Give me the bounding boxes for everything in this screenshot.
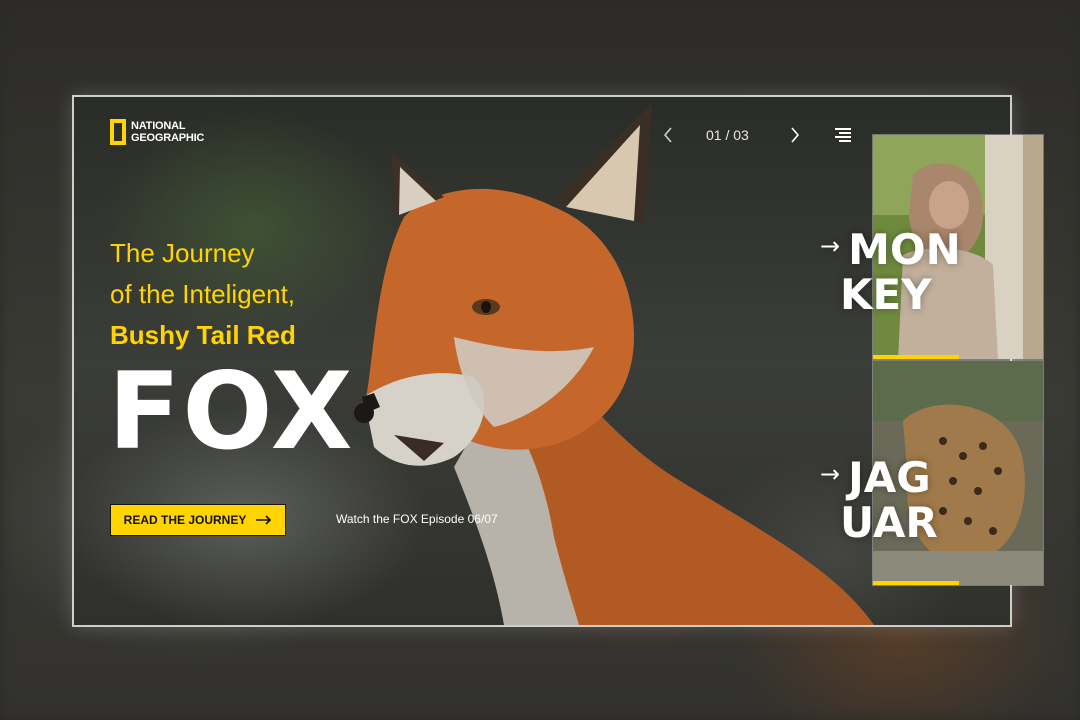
brand-logo[interactable]: NATIONAL GEOGRAPHIC [110,119,204,145]
hero-subtitle: The Journey of the Inteligent, Bushy Tai… [110,233,296,356]
cta-label: READ THE JOURNEY [123,513,247,527]
jaguar-underline [873,581,959,585]
read-journey-button[interactable]: READ THE JOURNEY [110,504,286,536]
jaguar-link[interactable]: → JAG UAR [820,452,938,545]
episode-link[interactable]: Watch the FOX Episode 06/07 [336,512,498,526]
arrow-right-icon: → [820,460,841,488]
subtitle-line1: The Journey [110,238,255,268]
monkey-underline [873,355,959,359]
slide-pager: 01 / 03 [658,125,851,145]
monkey-label-line1: MON [848,225,961,274]
chevron-left-icon[interactable] [658,125,678,145]
brand-line2: GEOGRAPHIC [131,132,205,144]
monkey-label-line2: KEY [840,270,932,319]
arrow-right-icon: → [820,232,841,260]
slide-counter: 01 / 03 [706,127,749,143]
brand-line1: NATIONAL [131,120,186,132]
yellow-frame-icon [110,119,126,145]
jaguar-label-line2: UAR [840,498,938,547]
hero-card: NATIONAL GEOGRAPHIC 01 / 03 The Journey … [72,95,1012,627]
subtitle-line2: of the Inteligent, [110,279,296,309]
monkey-link[interactable]: → MON KEY [820,224,961,317]
arrow-right-icon [256,515,272,525]
jaguar-label-line1: JAG [848,453,931,502]
hero-title: FOX [108,350,355,473]
menu-icon[interactable] [834,127,851,143]
chevron-right-icon[interactable] [785,125,805,145]
